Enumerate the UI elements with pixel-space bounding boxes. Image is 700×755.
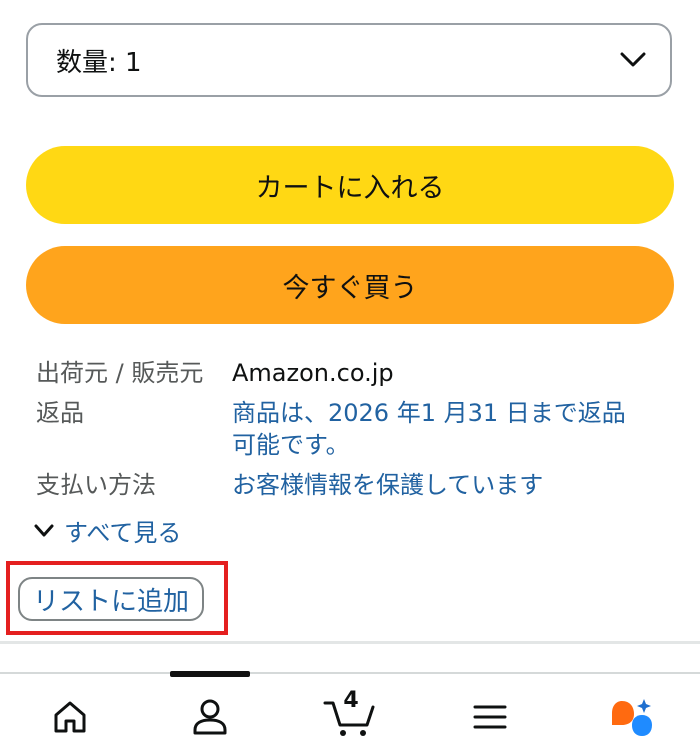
rufus-icon: [612, 699, 652, 736]
add-to-list-button[interactable]: リストに追加: [18, 577, 204, 621]
nav-active-indicator: [170, 671, 250, 677]
returns-text-line2: 可能です。: [232, 431, 350, 459]
returns-link[interactable]: 商品は、2026 年1 月31 日まで返品 可能です。: [232, 397, 672, 461]
returns-label: 返品: [36, 399, 84, 427]
nav-cart[interactable]: 4: [320, 688, 380, 742]
returns-text-line1: 商品は、2026 年1 月31 日まで返品: [232, 399, 626, 427]
nav-home[interactable]: [40, 692, 100, 742]
nav-account[interactable]: [180, 692, 240, 742]
see-all-link[interactable]: すべて見る: [34, 513, 181, 548]
bottom-nav: 4: [0, 672, 700, 755]
chevron-down-icon: [34, 524, 54, 536]
seller-label: 出荷元 / 販売元: [36, 359, 204, 387]
menu-icon: [473, 705, 507, 729]
payment-link[interactable]: お客様情報を保護しています: [232, 469, 672, 501]
divider: [0, 641, 700, 644]
cart-count: 4: [343, 688, 359, 713]
payment-label: 支払い方法: [36, 471, 156, 499]
buy-now-button[interactable]: 今すぐ買う: [26, 246, 674, 324]
see-all-label: すべて見る: [64, 519, 182, 547]
home-icon: [54, 701, 86, 733]
quantity-label: 数量: 1: [56, 47, 142, 78]
nav-rufus[interactable]: [600, 692, 660, 742]
nav-menu[interactable]: [460, 692, 520, 742]
seller-value: Amazon.co.jp: [232, 359, 394, 387]
add-to-cart-button[interactable]: カートに入れる: [26, 146, 674, 224]
account-icon: [193, 699, 227, 735]
chevron-down-icon: [620, 52, 646, 67]
quantity-select[interactable]: 数量: 1: [26, 23, 672, 97]
